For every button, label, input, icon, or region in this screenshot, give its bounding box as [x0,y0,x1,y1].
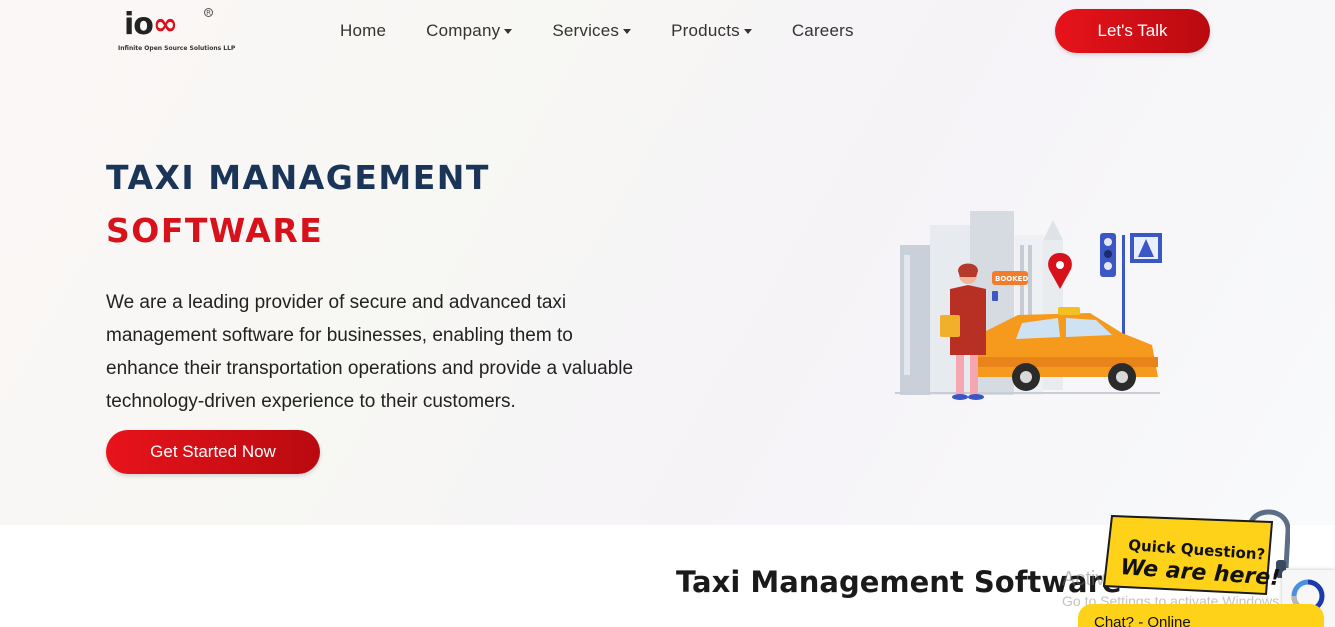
lets-talk-button[interactable]: Let's Talk [1055,9,1210,53]
section-title: Taxi Management Software [676,565,1122,599]
booked-badge: BOOKED [995,275,1028,283]
quick-question-badge[interactable]: Quick Question? We are here! [1100,508,1290,608]
caret-down-icon [623,29,632,34]
logo-tagline: Infinite Open Source Solutions LLP [118,45,236,52]
chat-online-bar[interactable]: Chat? - Online [1078,604,1324,627]
hero-title-line2: SOFTWARE [106,211,324,250]
hero-title-line1: TAXI MANAGEMENT [106,158,490,197]
taxi-illustration: BOOKED [895,211,1162,400]
nav-company[interactable]: Company [426,18,513,44]
logo[interactable]: io∞ R Infinite Open Source Solutions LLP [118,7,235,54]
nav-services[interactable]: Services [552,18,632,44]
nav-home[interactable]: Home [340,18,386,44]
logo-icon: io∞ [124,7,178,42]
site-header: io∞ R Infinite Open Source Solutions LLP… [0,0,1335,62]
registered-mark-icon: R [204,8,213,17]
hero-description: We are a leading provider of secure and … [106,292,634,412]
caret-down-icon [504,29,513,34]
nav-careers[interactable]: Careers [792,18,854,44]
main-nav: Home Company Services Products Careers [340,18,894,44]
caret-down-icon [743,29,752,34]
nav-products[interactable]: Products [671,18,752,44]
get-started-button[interactable]: Get Started Now [106,430,320,474]
